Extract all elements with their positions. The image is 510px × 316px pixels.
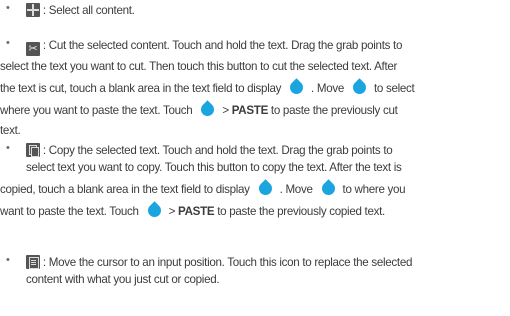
text-line: copied, touch a blank area in the text f…: [0, 179, 406, 199]
grab-handle-icon: [318, 179, 338, 198]
text-line: content with what you just cut or copied…: [26, 273, 220, 286]
cut-icon: ✂: [26, 42, 40, 56]
bullet: •: [6, 254, 10, 266]
copy-icon: [26, 143, 40, 157]
text-line: : Select all content.: [26, 2, 135, 20]
text-line: : Copy the selected text. Touch and hold…: [26, 142, 393, 160]
select-all-icon: [26, 3, 40, 17]
text-line: ✂ : Cut the selected content. Touch and …: [26, 37, 402, 56]
text-line: : Move the cursor to an input position. …: [26, 254, 412, 272]
grab-handle-icon: [350, 78, 369, 97]
grab-handle-icon: [287, 78, 306, 97]
grab-handle-icon: [255, 179, 275, 198]
grab-handle-icon: [144, 201, 164, 220]
text-line: select the text you want to cut. Then to…: [0, 60, 398, 73]
text-line: select text you want to copy. Touch this…: [26, 161, 402, 174]
text-line: text.: [0, 124, 21, 137]
document-page: • : Select all content. • ✂ : Cut the se…: [0, 0, 510, 316]
bullet: •: [6, 142, 10, 154]
grab-handle-icon: [198, 100, 218, 119]
paste-label: PASTE: [178, 205, 215, 218]
text-line: the text is cut, touch a blank area in t…: [0, 78, 415, 98]
bullet: •: [6, 37, 10, 49]
paste-label: PASTE: [231, 104, 269, 117]
bullet: •: [6, 2, 10, 14]
text-line: where you want to paste the text. Touch …: [0, 100, 398, 120]
paste-icon: [26, 255, 40, 269]
text-line: want to paste the text. Touch > PASTE to…: [0, 201, 385, 221]
